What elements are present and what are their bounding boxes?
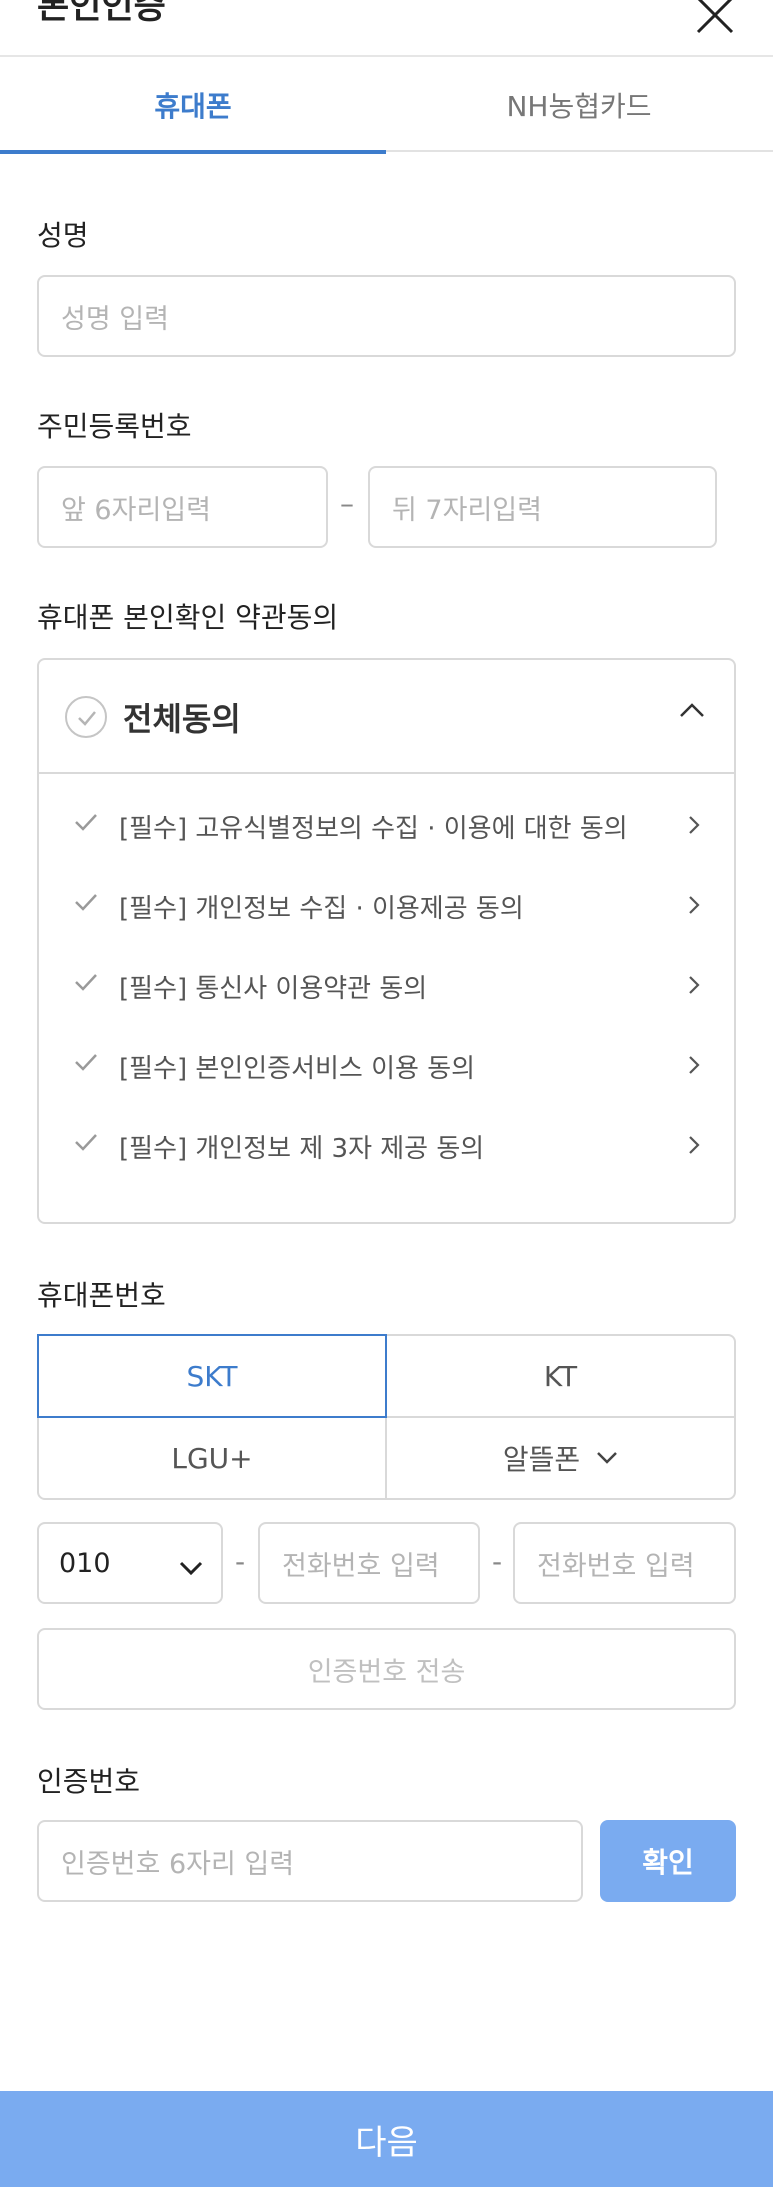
phone-separator: - [492,1545,503,1578]
name-input-placeholder: 성명 입력 [61,303,169,335]
carrier-skt-button[interactable]: SKT [37,1334,387,1418]
term-item[interactable]: [필수] 본인인증서비스 이용 동의 [39,1034,734,1094]
send-code-button[interactable]: 인증번호 전송 [37,1628,736,1710]
phone-prefix-value: 010 [59,1547,111,1579]
check-icon [73,1132,99,1156]
auth-method-tabs: 휴대폰 NH농협카드 [0,57,773,154]
term-item-label: [필수] 개인정보 제 3자 제공 동의 [119,1134,485,1164]
carrier-lgu-button[interactable]: LGU+ [37,1416,387,1500]
chevron-up-icon[interactable] [679,702,705,722]
term-item-label: [필수] 고유식별정보의 수집 · 이용에 대한 동의 [119,814,628,844]
verify-label: 인증번호 [37,1765,141,1798]
check-circle-icon[interactable] [65,696,107,738]
check-icon [73,972,99,996]
name-input[interactable]: 성명 입력 [37,275,736,357]
phone-middle-placeholder: 전화번호 입력 [282,1550,440,1582]
chevron-right-icon[interactable] [687,1054,701,1080]
resident-front-input[interactable]: 앞 6자리입력 [37,466,328,548]
term-item[interactable]: [필수] 개인정보 제 3자 제공 동의 [39,1114,734,1174]
header: 본인인증 [0,0,773,57]
agree-all-row[interactable]: 전체동의 [39,660,734,774]
check-icon [73,1052,99,1076]
confirm-button[interactable]: 확인 [600,1820,736,1902]
chevron-down-icon [179,1552,203,1583]
verify-code-placeholder: 인증번호 6자리 입력 [61,1848,295,1880]
check-icon [73,892,99,916]
carrier-mvno-label: 알뜰폰 [502,1443,581,1476]
resident-back-placeholder: 뒤 7자리입력 [392,494,542,526]
check-icon [73,812,99,836]
chevron-right-icon[interactable] [687,814,701,840]
agree-all-label: 전체동의 [123,700,241,738]
chevron-right-icon[interactable] [687,974,701,1000]
resident-number-label: 주민등록번호 [37,410,192,443]
term-item-label: [필수] 본인인증서비스 이용 동의 [119,1054,476,1084]
term-item[interactable]: [필수] 고유식별정보의 수집 · 이용에 대한 동의 [39,794,734,854]
chevron-down-icon [596,1451,618,1465]
term-item[interactable]: [필수] 통신사 이용약관 동의 [39,954,734,1014]
phone-middle-input[interactable]: 전화번호 입력 [258,1522,480,1604]
page-title: 본인인증 [37,0,166,27]
phone-label: 휴대폰번호 [37,1279,166,1312]
tab-phone[interactable]: 휴대폰 [0,57,386,154]
resident-separator: – [340,487,354,520]
carrier-mvno-dropdown[interactable]: 알뜰폰 [385,1416,736,1500]
terms-box: 전체동의 [필수] 고유식별정보의 수집 · 이용에 대한 동의 [필수] 개인… [37,658,736,1224]
verify-code-input[interactable]: 인증번호 6자리 입력 [37,1820,583,1902]
term-item[interactable]: [필수] 개인정보 수집 · 이용제공 동의 [39,874,734,934]
resident-back-input[interactable]: 뒤 7자리입력 [368,466,717,548]
chevron-right-icon[interactable] [687,894,701,920]
close-icon[interactable] [692,0,738,38]
phone-last-placeholder: 전화번호 입력 [537,1550,695,1582]
tab-nh-card[interactable]: NH농협카드 [386,57,772,152]
chevron-right-icon[interactable] [687,1134,701,1160]
carrier-kt-button[interactable]: KT [385,1334,736,1418]
term-item-label: [필수] 개인정보 수집 · 이용제공 동의 [119,894,524,924]
term-item-label: [필수] 통신사 이용약관 동의 [119,974,428,1004]
next-button[interactable]: 다음 [0,2091,773,2187]
terms-label: 휴대폰 본인확인 약관동의 [37,601,339,634]
phone-prefix-select[interactable]: 010 [37,1522,223,1604]
name-label: 성명 [37,219,89,252]
resident-front-placeholder: 앞 6자리입력 [61,494,211,526]
phone-last-input[interactable]: 전화번호 입력 [513,1522,736,1604]
phone-separator: - [235,1545,246,1578]
